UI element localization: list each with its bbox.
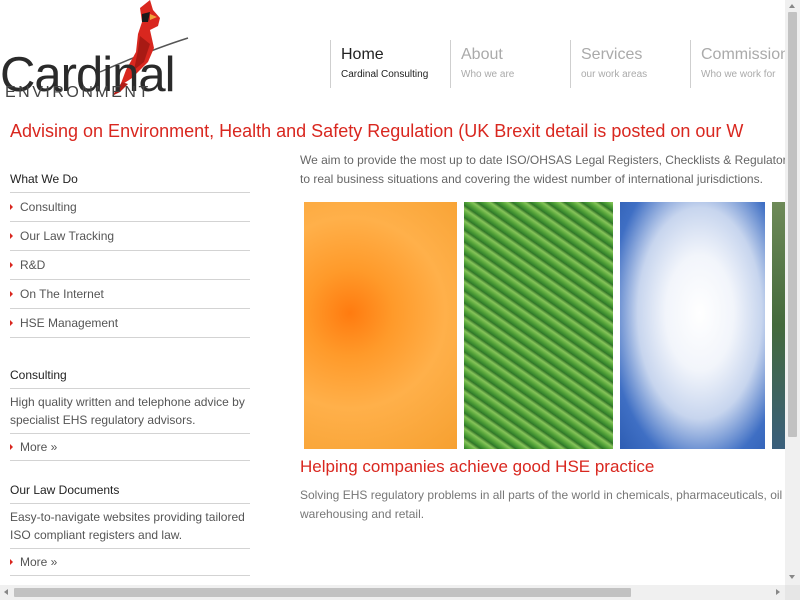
para-line: Solving EHS regulatory problems in all p… <box>300 488 783 502</box>
intro-line: to real business situations and covering… <box>300 172 763 186</box>
vertical-scroll-thumb[interactable] <box>788 12 797 437</box>
bullet-arrow-icon <box>10 262 13 268</box>
sidebar-link-internet[interactable]: On The Internet <box>10 280 250 309</box>
scrollbar-corner <box>785 585 800 600</box>
scroll-left-icon[interactable] <box>4 589 8 595</box>
more-link-label: More » <box>20 555 58 569</box>
sidebar-link-label: R&D <box>20 258 46 272</box>
nav-item-commission[interactable]: Commission Who we work for <box>690 40 800 88</box>
section-heading: What We Do <box>10 170 250 193</box>
bullet-arrow-icon <box>10 559 13 565</box>
body-paragraph: Solving EHS regulatory problems in all p… <box>300 486 790 524</box>
section-heading: Consulting <box>10 366 250 389</box>
scroll-up-icon[interactable] <box>789 4 795 8</box>
sidebar-link-label: Consulting <box>20 200 77 214</box>
page-headline: Advising on Environment, Health and Safe… <box>10 121 744 141</box>
nav-title: Home <box>341 46 384 63</box>
main-nav: Home Cardinal Consulting About Who we ar… <box>330 40 800 90</box>
scroll-down-icon[interactable] <box>789 575 795 579</box>
section-text: High quality written and telephone advic… <box>10 395 245 427</box>
bullet-arrow-icon <box>10 320 13 326</box>
bullet-arrow-icon <box>10 204 13 210</box>
nav-item-about[interactable]: About Who we are <box>450 40 570 88</box>
site-logo[interactable]: Cardinal ENVIRONMENT <box>0 0 190 105</box>
nav-subtitle: Who we are <box>461 69 515 80</box>
vertical-scrollbar[interactable] <box>785 0 800 585</box>
sidebar-link-hse-management[interactable]: HSE Management <box>10 309 250 338</box>
more-link-law-documents[interactable]: More » <box>10 548 250 576</box>
sidebar-link-label: Our Law Tracking <box>20 229 115 243</box>
consulting-section: Consulting High quality written and tele… <box>10 366 250 461</box>
law-documents-section: Our Law Documents Easy-to-navigate websi… <box>10 481 250 576</box>
section-subhead: Helping companies achieve good HSE pract… <box>300 457 655 476</box>
horizontal-scrollbar[interactable] <box>0 585 785 600</box>
logo-subtitle: ENVIRONMENT <box>5 84 151 101</box>
nav-title: Services <box>581 46 643 63</box>
section-heading: Our Law Documents <box>10 481 250 504</box>
fern-image <box>464 202 613 449</box>
nav-title: About <box>461 46 503 63</box>
para-line: warehousing and retail. <box>300 507 425 521</box>
sidebar: What We Do Consulting Our Law Tracking R… <box>10 170 250 576</box>
nav-item-home[interactable]: Home Cardinal Consulting <box>330 40 450 88</box>
scroll-right-icon[interactable] <box>776 589 780 595</box>
sidebar-link-law-tracking[interactable]: Our Law Tracking <box>10 222 250 251</box>
intro-line: We aim to provide the most up to date IS… <box>300 153 787 167</box>
intro-text: We aim to provide the most up to date IS… <box>300 151 800 189</box>
sidebar-link-label: HSE Management <box>20 316 119 330</box>
sidebar-link-rnd[interactable]: R&D <box>10 251 250 280</box>
nav-item-services[interactable]: Services our work areas <box>570 40 690 88</box>
nav-subtitle: our work areas <box>581 69 648 80</box>
bullet-arrow-icon <box>10 291 13 297</box>
horizontal-scroll-thumb[interactable] <box>14 588 631 597</box>
section-text: Easy-to-navigate websites providing tail… <box>10 510 245 542</box>
landscape-image <box>772 202 786 449</box>
what-we-do-section: What We Do Consulting Our Law Tracking R… <box>10 170 250 338</box>
more-link-label: More » <box>20 440 58 454</box>
bullet-arrow-icon <box>10 233 13 239</box>
clouds-image <box>620 202 765 449</box>
more-link-consulting[interactable]: More » <box>10 433 250 461</box>
bullet-arrow-icon <box>10 444 13 450</box>
sidebar-link-consulting[interactable]: Consulting <box>10 193 250 222</box>
sidebar-link-label: On The Internet <box>20 287 104 301</box>
poppy-flower-image <box>304 202 457 449</box>
nav-subtitle: Cardinal Consulting <box>341 69 429 80</box>
